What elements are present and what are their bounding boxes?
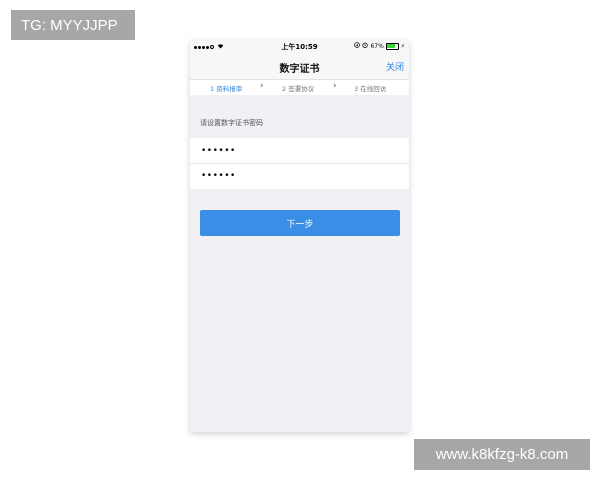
password-field[interactable]	[201, 142, 391, 159]
nav-bar: 数字证书 关闭	[190, 54, 409, 80]
confirm-password-field[interactable]	[201, 167, 391, 184]
watermark-top: TG: MYYJJPP	[11, 10, 135, 40]
confirm-password-row	[190, 163, 409, 188]
battery-percent: 67%	[370, 42, 384, 50]
alarm-icon	[362, 42, 369, 50]
phone-screen: 上午10:59 67% ⚡ 数字证书 关闭 1 资料报审 › 2 签署协议 › …	[190, 40, 409, 432]
watermark-bottom: www.k8kfzg-k8.com	[414, 439, 590, 470]
chevron-right-icon: ›	[260, 81, 264, 91]
next-step-button[interactable]: 下一步	[200, 210, 400, 236]
status-right: 67% ⚡	[354, 42, 405, 50]
step-1: 1 资料报审	[210, 85, 243, 93]
password-panel	[190, 138, 409, 189]
charging-icon: ⚡	[400, 42, 405, 50]
close-button[interactable]: 关闭	[386, 60, 404, 73]
page-title: 数字证书	[279, 64, 320, 75]
step-3: 3 在线回访	[354, 85, 387, 93]
password-row	[190, 138, 409, 164]
step-indicator: 1 资料报审 › 2 签署协议 › 3 在线回访	[190, 80, 409, 95]
chevron-right-icon: ›	[333, 81, 337, 91]
password-prompt: 请设置数字证书密码	[200, 119, 263, 127]
location-icon	[354, 42, 361, 50]
step-2: 2 签署协议	[282, 85, 315, 93]
battery-icon	[385, 42, 399, 50]
status-bar: 上午10:59 67% ⚡	[190, 40, 409, 54]
